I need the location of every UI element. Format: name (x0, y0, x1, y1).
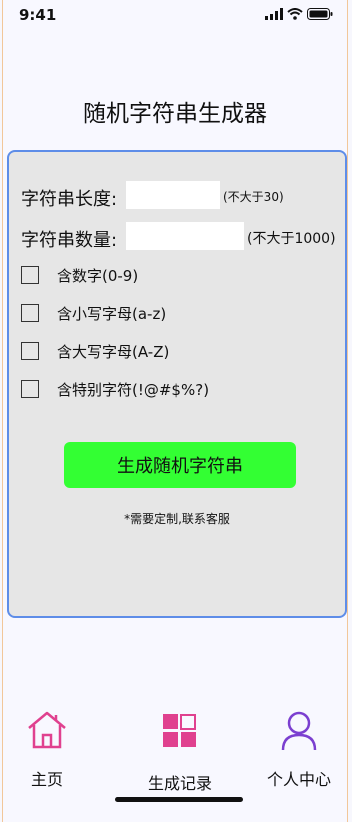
option-digits[interactable]: 含数字(0-9) (21, 264, 138, 286)
digits-label: 含数字(0-9) (57, 266, 139, 285)
tab-home[interactable]: 主页 (17, 710, 77, 790)
count-hint: (不大于1000) (247, 231, 336, 247)
special-label: 含特别字符(!@#$%?) (57, 380, 210, 399)
tab-home-label: 主页 (30, 770, 63, 789)
tab-profile-label: 个人中心 (266, 770, 331, 789)
length-label: 字符串长度: (21, 189, 118, 210)
tab-profile[interactable]: 个人中心 (259, 710, 339, 790)
option-uppercase[interactable]: 含大写字母(A-Z) (21, 340, 169, 362)
battery-icon (307, 8, 333, 20)
lowercase-checkbox[interactable] (21, 304, 39, 322)
grid-icon (163, 714, 196, 747)
page-title: 随机字符串生成器 (83, 101, 267, 127)
generate-button[interactable]: 生成随机字符串 (64, 442, 296, 488)
status-icons (265, 8, 333, 20)
length-input[interactable] (126, 181, 220, 209)
signal-icon (265, 8, 283, 20)
option-special[interactable]: 含特别字符(!@#$%?) (21, 378, 209, 400)
count-input[interactable] (126, 222, 244, 250)
home-indicator (115, 797, 243, 802)
tab-history[interactable]: 生成记录 (136, 714, 224, 794)
count-label: 字符串数量: (21, 230, 118, 251)
digits-checkbox[interactable] (21, 266, 39, 284)
custom-note: *需要定制,联系客服 (124, 512, 230, 526)
wifi-icon (287, 8, 303, 20)
status-bar: 9:41 (3, 0, 347, 28)
generator-panel: 字符串长度: (不大于30) 字符串数量: (不大于1000) 含数字(0-9)… (7, 150, 347, 618)
tab-bar: 主页 生成记录 个人中心 (3, 700, 347, 822)
home-icon (28, 711, 66, 749)
length-hint: (不大于30) (223, 190, 284, 204)
uppercase-checkbox[interactable] (21, 342, 39, 360)
tab-history-label: 生成记录 (147, 774, 212, 793)
uppercase-label: 含大写字母(A-Z) (57, 342, 170, 361)
special-checkbox[interactable] (21, 380, 39, 398)
status-time: 9:41 (19, 6, 57, 24)
user-icon (281, 711, 317, 751)
option-lowercase[interactable]: 含小写字母(a-z) (21, 302, 166, 324)
phone-frame: 9:41 随机字符串生成器 字符串长度: (不大于30) 字符串数量: (不大于… (2, 0, 348, 822)
lowercase-label: 含小写字母(a-z) (57, 304, 167, 323)
